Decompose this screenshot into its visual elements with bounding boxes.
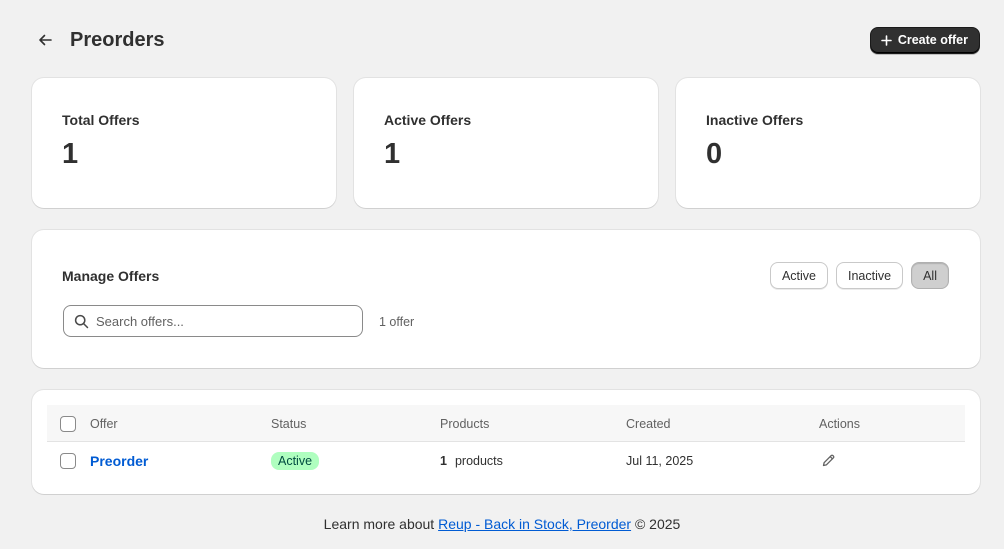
row-checkbox[interactable]: [60, 452, 76, 469]
column-header-products: Products: [440, 416, 490, 431]
footer-suffix: © 2025: [634, 516, 681, 532]
stat-label: Inactive Offers: [706, 112, 804, 128]
stat-value: 1: [62, 138, 79, 170]
footer-prefix: Learn more about: [323, 516, 435, 532]
select-all-cell: [60, 405, 76, 442]
edit-offer-button[interactable]: [821, 453, 836, 468]
products-cell: 1 products: [440, 442, 503, 479]
header-left: Preorders: [32, 27, 165, 53]
select-all-checkbox[interactable]: [60, 415, 76, 432]
back-button[interactable]: [32, 27, 58, 53]
filter-all-button[interactable]: All: [911, 262, 949, 289]
footer: Learn more about Reup - Back in Stock, P…: [0, 516, 1004, 532]
stat-value: 0: [706, 138, 723, 170]
stat-card-inactive: Inactive Offers 0: [676, 78, 980, 208]
app-link[interactable]: Reup - Back in Stock, Preorder: [438, 516, 631, 532]
search-icon: [74, 314, 89, 328]
page-title: Preorders: [70, 28, 165, 51]
stat-card-active: Active Offers 1: [354, 78, 658, 208]
pencil-icon: [822, 454, 835, 467]
manage-offers-title: Manage Offers: [62, 268, 160, 284]
column-header-actions: Actions: [819, 416, 860, 431]
create-offer-label: Create offer: [897, 33, 968, 47]
status-badge: Active: [271, 451, 320, 470]
page-header: Preorders Create offer: [32, 26, 980, 54]
stat-label: Active Offers: [384, 112, 472, 128]
status-cell: Active: [271, 442, 320, 479]
offer-cell: Preorder: [90, 442, 148, 479]
table-row: Preorder Active 1 products Jul 11, 2025: [47, 442, 965, 479]
plus-icon: [881, 34, 892, 46]
filter-active-button[interactable]: Active: [769, 262, 828, 289]
create-offer-button[interactable]: Create offer: [869, 26, 980, 54]
filter-inactive-button[interactable]: Inactive: [836, 262, 904, 289]
table-header: Offer Status Products Created Actions: [47, 405, 965, 442]
column-header-offer: Offer: [90, 416, 118, 431]
products-count: 1: [440, 453, 447, 468]
row-select-cell: [60, 442, 76, 479]
column-header-status: Status: [271, 416, 307, 431]
stats-row: Total Offers 1 Active Offers 1 Inactive …: [32, 78, 980, 208]
stat-label: Total Offers: [62, 112, 140, 128]
stat-card-total: Total Offers 1: [32, 78, 336, 208]
manage-offers-card: Manage Offers Active Inactive All 1 offe…: [32, 230, 980, 368]
created-cell: Jul 11, 2025: [626, 453, 694, 468]
column-header-created: Created: [626, 416, 671, 431]
stat-value: 1: [384, 138, 401, 170]
actions-cell: [821, 442, 836, 479]
offer-name-link[interactable]: Preorder: [90, 453, 148, 469]
offers-table-card: Offer Status Products Created Actions Pr…: [32, 390, 980, 494]
offer-count: 1 offer: [379, 315, 415, 329]
products-label: products: [454, 453, 503, 468]
search-box[interactable]: [63, 305, 363, 337]
search-input[interactable]: [96, 313, 346, 329]
arrow-left-icon: [39, 34, 52, 46]
status-filters: Active Inactive All: [769, 262, 949, 289]
